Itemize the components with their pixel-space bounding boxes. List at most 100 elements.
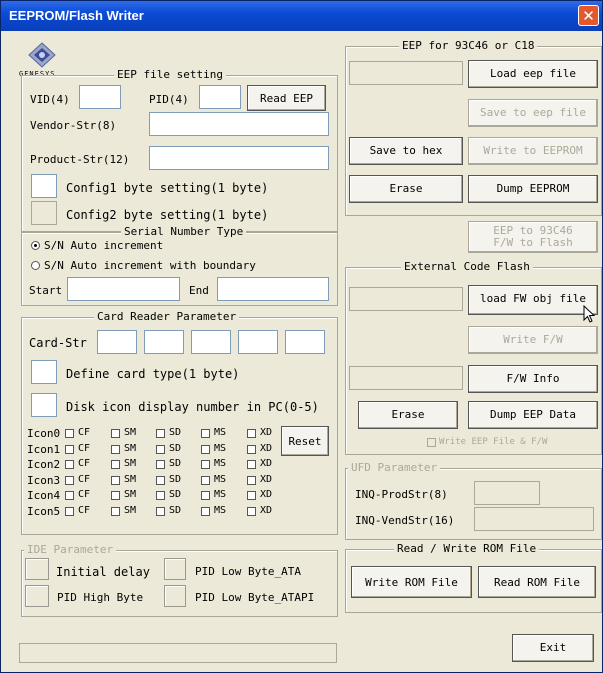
icon-1-sd-checkbox[interactable] [156,444,165,454]
fw-info-field[interactable] [349,366,463,390]
genesys-logo: GENESYS [19,41,61,78]
icon-column-label: SM [124,504,137,516]
eep-93c46-legend: EEP for 93C46 or C18 [399,39,538,52]
load-fw-obj-file-button[interactable]: load FW obj file [468,285,598,315]
logo-icon [28,42,56,68]
vendor-str-field[interactable] [149,112,329,136]
icon-2-sd-checkbox[interactable] [156,460,165,469]
icon-1-xd-checkbox[interactable] [247,444,256,454]
icon-5-xd-checkbox[interactable] [247,506,256,516]
eep-file-path-field[interactable] [349,61,463,85]
icon-1-sm-checkbox[interactable] [111,444,120,454]
icon-5-sd-checkbox[interactable] [156,506,165,516]
icon-column-label: CF [78,504,91,516]
exit-button[interactable]: Exit [512,634,594,662]
icon-1-ms-checkbox[interactable] [201,444,210,454]
config1-field[interactable] [31,174,57,198]
icon-column-label: SD [169,504,182,516]
icon-2-xd-checkbox[interactable] [247,460,256,469]
external-code-flash-legend: External Code Flash [401,260,533,273]
save-to-hex-button[interactable]: Save to hex [349,137,463,165]
write-rom-file-button[interactable]: Write ROM File [351,566,472,598]
ide-parameter-legend: IDE Parameter [24,543,117,556]
read-rom-file-button[interactable]: Read ROM File [478,566,596,598]
icon-5-sm-checkbox[interactable] [111,506,120,516]
ufd-parameter-legend: UFD Parameter [348,461,441,474]
icon-column-label: SM [124,458,137,469]
define-card-type-field[interactable] [31,360,57,384]
icon-column-label: SD [169,458,182,469]
icon-5-cf-checkbox[interactable] [65,506,74,516]
save-to-eep-file-button[interactable]: Save to eep file [468,99,598,127]
eep-file-setting-legend: EEP file setting [114,68,226,81]
disk-icon-label: Disk icon display number in PC(0-5) [66,400,319,414]
icon-3-cf-checkbox[interactable] [65,475,74,485]
dump-eep-data-button[interactable]: Dump EEP Data [468,401,598,429]
card-str-field-3[interactable] [191,330,231,354]
load-eep-file-button[interactable]: Load eep file [468,60,598,88]
icon-column-label: SM [124,489,137,500]
end-field[interactable] [217,277,329,301]
title-bar[interactable]: EEPROM/Flash Writer ✕ [1,1,602,31]
icon-0-cf-checkbox[interactable] [65,429,74,438]
icon-3-ms-checkbox[interactable] [201,475,210,485]
fw-file-path-field[interactable] [349,287,463,311]
icon-4-xd-checkbox[interactable] [247,491,256,500]
icon-5-ms-checkbox[interactable] [201,506,210,516]
inq-prodstr-field[interactable] [474,481,540,505]
icon-4-cf-checkbox[interactable] [65,491,74,500]
card-str-field-4[interactable] [238,330,278,354]
icon-4-ms-checkbox[interactable] [201,491,210,500]
icon-3-sd-checkbox[interactable] [156,475,165,485]
icon-4-sm-checkbox[interactable] [111,491,120,500]
icon-0-sd-checkbox[interactable] [156,429,165,438]
pid-low-atapi-field[interactable] [164,585,186,607]
icon-column-label: SD [169,489,182,500]
config2-field[interactable] [31,201,57,225]
icon-column-label: XD [260,504,273,516]
erase-eeprom-button[interactable]: Erase [349,175,463,203]
pid-low-ata-field[interactable] [164,558,186,580]
eep-to-93c46-button[interactable]: EEP to 93C46 F/W to Flash [468,221,598,253]
fw-info-button[interactable]: F/W Info [468,365,598,393]
start-field[interactable] [67,277,180,301]
write-to-eeprom-button[interactable]: Write to EEPROM [468,137,598,165]
pid-high-field[interactable] [25,585,49,607]
vid-field[interactable] [79,85,121,109]
icon-column-label: XD [260,458,273,469]
inq-vendstr-field[interactable] [474,507,594,531]
product-str-field[interactable] [149,146,329,170]
icon-2-sm-checkbox[interactable] [111,460,120,469]
icon-column-label: XD [260,489,273,500]
inq-prodstr-label: INQ-ProdStr(8) [355,488,448,501]
write-fw-button[interactable]: Write F/W [468,326,598,354]
pid-field[interactable] [199,85,241,109]
initial-delay-field[interactable] [25,558,49,580]
icon-2-cf-checkbox[interactable] [65,460,74,469]
inq-vendstr-label: INQ-VendStr(16) [355,514,455,527]
sn-auto-increment-label: S/N Auto increment [44,239,164,252]
icon-0-sm-checkbox[interactable] [111,429,120,438]
icon-2-ms-checkbox[interactable] [201,460,210,469]
read-eep-button[interactable]: Read EEP [247,85,326,111]
card-str-field-5[interactable] [285,330,325,354]
icon-3-sm-checkbox[interactable] [111,475,120,485]
card-str-field-1[interactable] [97,330,137,354]
card-str-field-2[interactable] [144,330,184,354]
sn-boundary-radio[interactable] [31,261,40,270]
icon-4-sd-checkbox[interactable] [156,491,165,500]
icon-0-ms-checkbox[interactable] [201,429,210,438]
reset-button[interactable]: Reset [281,426,329,456]
icon-column-label: SD [169,427,182,438]
icon-1-cf-checkbox[interactable] [65,444,74,454]
sn-auto-increment-radio[interactable] [31,241,40,250]
disk-icon-field[interactable] [31,393,57,417]
dump-eeprom-button[interactable]: Dump EEPROM [468,175,598,203]
pid-low-atapi-label: PID Low Byte_ATAPI [195,591,315,604]
write-eep-fw-checkbox[interactable] [427,438,436,447]
erase-flash-button[interactable]: Erase [358,401,458,429]
initial-delay-label: Initial delay [56,565,150,579]
icon-0-xd-checkbox[interactable] [247,429,256,438]
icon-3-xd-checkbox[interactable] [247,475,256,485]
close-button[interactable]: ✕ [578,5,599,26]
